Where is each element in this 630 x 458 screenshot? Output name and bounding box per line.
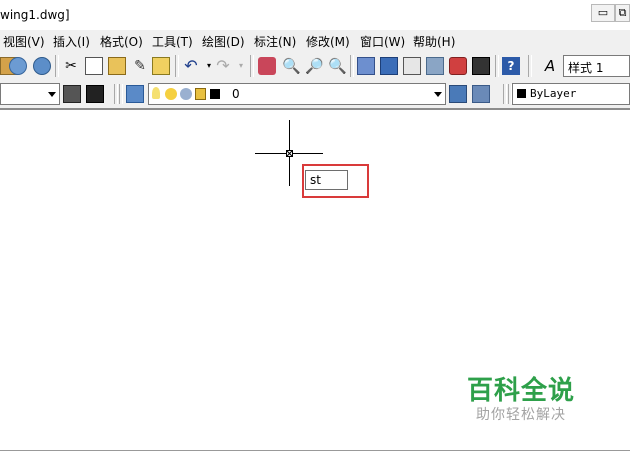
undo-icon[interactable]: ↶ [182,57,200,75]
toolbar-separator [55,55,59,77]
toolbar-separator [250,55,254,77]
layer-previous-icon[interactable] [472,85,490,103]
menu-modify[interactable]: 修改(M) [306,33,350,50]
menu-format[interactable]: 格式(O) [100,33,143,50]
text-style-dropdown[interactable]: 样式 1 [563,55,630,77]
text-style-icon: A [544,57,556,75]
layer-value: 0 [232,87,240,101]
menu-help[interactable]: 帮助(H) [413,33,455,50]
pan-icon[interactable] [258,57,276,75]
title-bar: wing1.dwg] ▭ ⧉ [0,0,630,31]
color-dropdown[interactable]: ByLayer [512,83,630,105]
lightbulb-icon[interactable] [152,87,160,99]
toolbar-separator [350,55,354,77]
color-swatch [517,89,526,98]
color-value: ByLayer [530,87,577,100]
chevron-down-icon [48,92,56,97]
standard-toolbar: ✂ ✎ ↶ ▾ ↷ ▾ 🔍 🔎 🔍 ? A 样式 1 [0,51,630,82]
zoom-previous-icon[interactable]: 🔍 [328,57,347,75]
viewport-freeze-icon[interactable] [180,88,192,100]
paste-icon[interactable] [108,57,126,75]
workspace-settings-icon[interactable] [63,85,81,103]
menu-tools[interactable]: 工具(T) [152,33,193,50]
watermark-subtitle: 助你轻松解决 [476,407,566,423]
sun-icon[interactable] [165,88,177,100]
layers-toolbar: 0 ByLayer [0,81,630,110]
globe-icon[interactable] [33,57,51,75]
help-icon[interactable]: ? [502,57,520,75]
zoom-window-icon[interactable]: 🔎 [305,57,324,75]
properties-icon[interactable] [357,57,375,75]
workspace-icon[interactable] [86,85,104,103]
block-editor-icon[interactable] [152,57,170,75]
make-layer-current-icon[interactable] [449,85,467,103]
cut-icon[interactable]: ✂ [62,57,80,75]
pickbox-icon [286,150,293,157]
zoom-realtime-icon[interactable]: 🔍 [282,57,301,75]
toolbar-separator [119,84,123,104]
plot-icon[interactable] [9,57,27,75]
restore-button[interactable]: ⧉ [615,4,630,22]
toolbar-separator [503,84,507,104]
toolbar-separator [528,55,532,77]
toolbar-separator [175,55,179,77]
redo-dropdown-icon[interactable]: ▾ [232,57,250,75]
copy-icon[interactable] [85,57,103,75]
watermark-title: 百科全说 [467,376,576,406]
tool-palettes-icon[interactable] [403,57,421,75]
window-title: wing1.dwg] [0,8,70,22]
menu-window[interactable]: 窗口(W) [360,33,405,50]
minimize-button[interactable]: ▭ [591,4,615,22]
menu-view[interactable]: 视图(V) [3,33,45,50]
layer-manager-icon[interactable] [126,85,144,103]
menu-dimension[interactable]: 标注(N) [254,33,296,50]
workspace-dropdown[interactable] [0,83,60,105]
calculator-icon[interactable] [472,57,490,75]
layer-color-swatch [210,89,220,99]
menu-bar: 视图(V) 插入(I) 格式(O) 工具(T) 绘图(D) 标注(N) 修改(M… [0,30,630,52]
design-center-icon[interactable] [380,57,398,75]
sheet-set-icon[interactable] [426,57,444,75]
menu-draw[interactable]: 绘图(D) [202,33,245,50]
lock-icon[interactable] [195,88,206,100]
layer-dropdown[interactable]: 0 [148,83,446,105]
toolbar-separator [495,55,499,77]
chevron-down-icon [434,92,442,97]
text-style-value: 样式 1 [568,61,604,75]
redo-icon[interactable]: ↷ [214,57,232,75]
toolbar-separator [114,84,118,104]
markup-icon[interactable] [449,57,467,75]
highlight-box [302,164,369,198]
menu-insert[interactable]: 插入(I) [53,33,90,50]
match-properties-icon[interactable]: ✎ [131,57,149,75]
